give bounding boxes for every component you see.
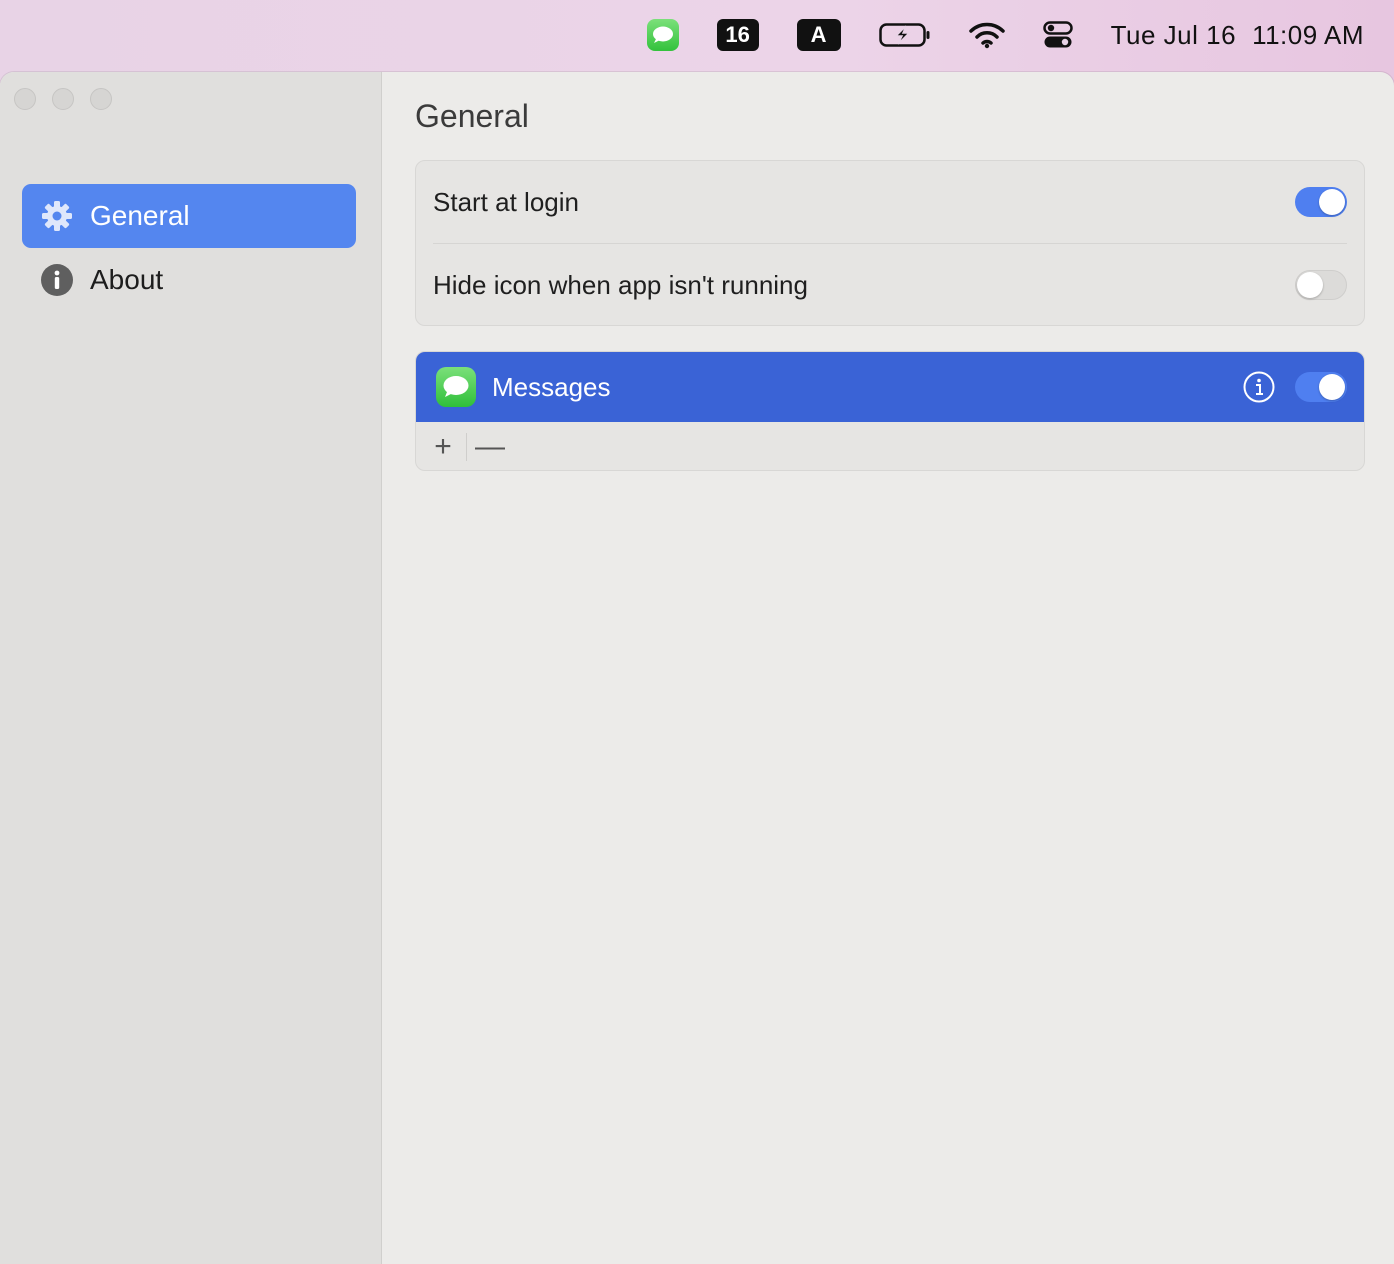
battery-charging-icon[interactable] [878, 22, 931, 48]
menubar-time: 11:09 AM [1252, 19, 1364, 50]
messages-icon[interactable] [646, 19, 679, 51]
sidebar: General About [0, 72, 382, 1264]
settings-group: Start at login Hide icon when app isn't … [415, 160, 1365, 326]
list-item-messages[interactable]: Messages [416, 352, 1364, 422]
sidebar-item-about[interactable]: About [22, 248, 356, 312]
remove-button[interactable]: — [473, 430, 507, 464]
control-center-icon[interactable] [1042, 21, 1073, 49]
page-title: General [415, 98, 529, 134]
zoom-window-button[interactable] [90, 88, 112, 110]
setting-label: Hide icon when app isn't running [433, 269, 808, 300]
sidebar-nav: General About [22, 184, 356, 312]
menubar-date: Tue Jul 16 [1110, 19, 1237, 50]
list-footer: + — [416, 422, 1364, 470]
hide-icon-toggle[interactable] [1295, 270, 1347, 300]
sidebar-item-label: About [90, 264, 164, 295]
info-icon[interactable] [1243, 371, 1275, 403]
toggle-knob [1319, 374, 1345, 400]
gear-icon [40, 199, 74, 233]
menubar-clock[interactable]: Tue Jul 16 11:09 AM [1111, 20, 1364, 51]
apps-list: Messages + — [415, 351, 1365, 471]
input-source-icon[interactable]: A [796, 19, 841, 51]
start-at-login-toggle[interactable] [1295, 187, 1347, 217]
add-button[interactable]: + [426, 430, 460, 464]
sidebar-item-general[interactable]: General [22, 184, 356, 248]
wifi-icon[interactable] [968, 21, 1005, 49]
toggle-knob [1319, 189, 1345, 215]
setting-row-start-at-login: Start at login [416, 161, 1364, 243]
menu-bar: 16 A Tue Jul 16 11:09 AM [0, 0, 1394, 70]
messages-icon [436, 367, 476, 407]
settings-window: General About General Start at login Hid… [0, 72, 1394, 1264]
setting-row-hide-icon: Hide icon when app isn't running [416, 244, 1364, 326]
window-controls [14, 88, 128, 110]
toggle-knob [1297, 272, 1323, 298]
sidebar-item-label: General [90, 200, 190, 231]
main-content: General Start at login Hide icon when ap… [382, 72, 1394, 1264]
close-window-button[interactable] [14, 88, 36, 110]
calendar-icon[interactable]: 16 [716, 19, 759, 51]
divider [466, 433, 467, 461]
minimize-window-button[interactable] [52, 88, 74, 110]
messages-toggle[interactable] [1295, 372, 1347, 402]
setting-label: Start at login [433, 186, 579, 217]
info-icon [40, 263, 74, 297]
app-name: Messages [492, 371, 611, 402]
